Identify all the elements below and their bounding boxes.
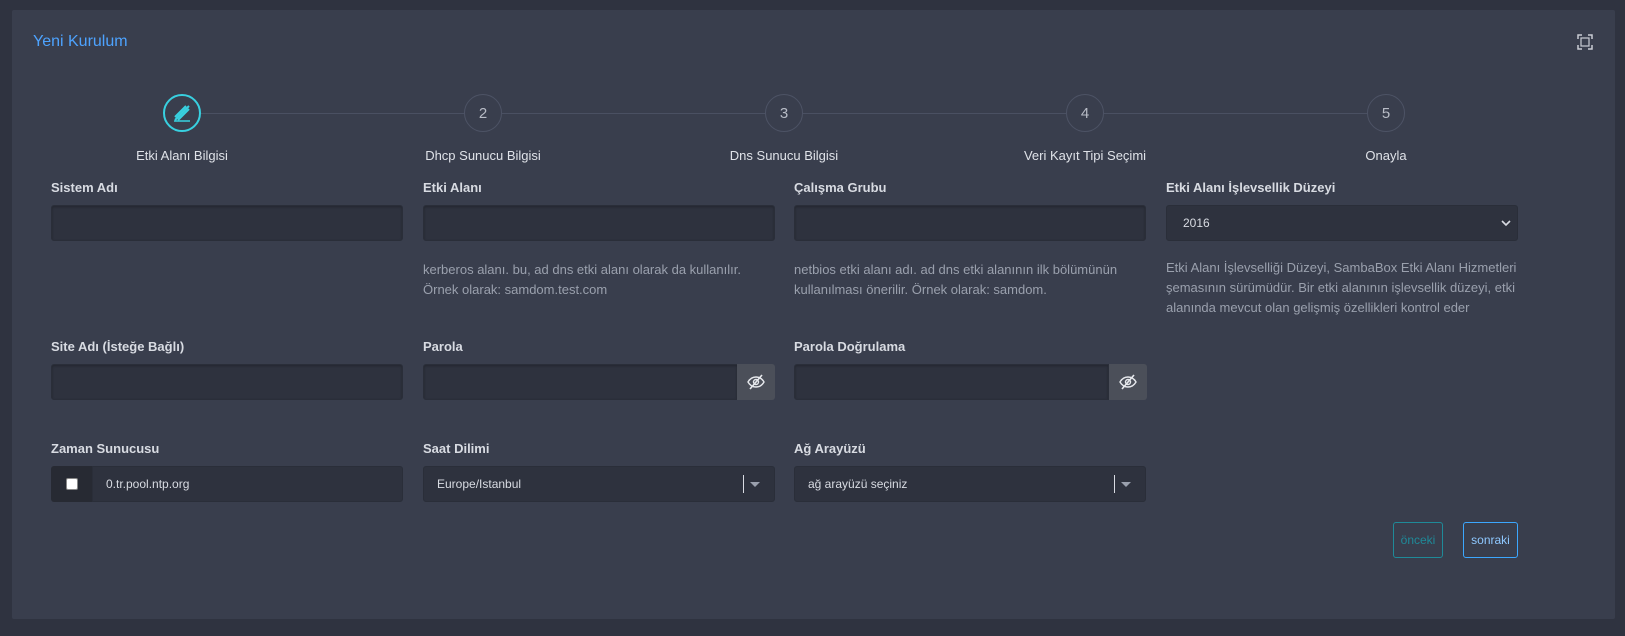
time-server-value: 0.tr.pool.ntp.org: [106, 477, 190, 491]
site-name-input[interactable]: [51, 364, 403, 400]
step-5[interactable]: 5 Onayla: [1286, 94, 1486, 163]
site-name-label: Site Adı (İsteğe Bağlı): [51, 339, 185, 354]
password-label: Parola: [423, 339, 463, 354]
edit-icon: [174, 105, 190, 122]
eye-slash-icon: [1119, 374, 1137, 390]
timezone-label: Saat Dilimi: [423, 441, 490, 456]
domain-input[interactable]: [423, 205, 775, 241]
step-4-circle: 4: [1066, 94, 1104, 132]
step-1-circle: [163, 94, 201, 132]
time-server-checkbox[interactable]: [66, 478, 78, 490]
step-1[interactable]: Etki Alanı Bilgisi: [82, 94, 282, 163]
step-3-circle: 3: [765, 94, 803, 132]
workgroup-input[interactable]: [794, 205, 1146, 241]
password-input[interactable]: [423, 364, 738, 400]
step-5-circle: 5: [1367, 94, 1405, 132]
step-5-label: Onayla: [1365, 148, 1407, 163]
card-title: Yeni Kurulum: [33, 33, 128, 50]
time-server-input[interactable]: 0.tr.pool.ntp.org: [92, 466, 403, 502]
password-visibility-toggle[interactable]: [737, 364, 775, 400]
step-4-label: Veri Kayıt Tipi Seçimi: [1023, 148, 1147, 163]
timezone-select[interactable]: Europe/Istanbul: [423, 466, 775, 502]
system-name-input[interactable]: [51, 205, 403, 241]
fullscreen-icon[interactable]: [1577, 34, 1593, 50]
workgroup-help: netbios etki alanı adı. ad dns etki alan…: [794, 262, 1118, 297]
workgroup-label: Çalışma Grubu: [794, 180, 887, 195]
functional-level-label: Etki Alanı İşlevsellik Düzeyi: [1166, 180, 1336, 195]
step-2[interactable]: 2 Dhcp Sunucu Bilgisi: [383, 94, 583, 163]
functional-level-value: 2016: [1183, 216, 1210, 230]
functional-level-select[interactable]: 2016: [1166, 205, 1518, 241]
domain-label: Etki Alanı: [423, 180, 482, 195]
timezone-value: Europe/Istanbul: [437, 477, 522, 491]
setup-card: Yeni Kurulum Etki Alanı Bilgisi 2 Dhcp S…: [12, 10, 1615, 619]
eye-slash-icon: [747, 374, 765, 390]
select-separator: [743, 475, 744, 493]
step-3[interactable]: 3 Dns Sunucu Bilgisi: [684, 94, 884, 163]
password-confirm-label: Parola Doğrulama: [794, 339, 906, 354]
select-separator: [1114, 475, 1115, 493]
password-confirm-input[interactable]: [794, 364, 1109, 400]
step-4[interactable]: 4 Veri Kayıt Tipi Seçimi: [985, 94, 1185, 163]
step-2-label: Dhcp Sunucu Bilgisi: [425, 148, 541, 163]
password-confirm-visibility-toggle[interactable]: [1109, 364, 1147, 400]
time-server-checkbox-wrap: [51, 466, 93, 502]
next-button[interactable]: sonraki: [1463, 522, 1518, 558]
caret-down-icon: [750, 481, 760, 487]
step-2-circle: 2: [464, 94, 502, 132]
functional-level-help: Etki Alanı İşlevselliği Düzeyi, SambaBox…: [1166, 260, 1517, 315]
domain-help: kerberos alanı. bu, ad dns etki alanı ol…: [423, 262, 741, 297]
time-server-label: Zaman Sunucusu: [51, 441, 160, 456]
step-1-label: Etki Alanı Bilgisi: [136, 148, 228, 163]
network-interface-value: ağ arayüzü seçiniz: [808, 477, 908, 491]
system-name-label: Sistem Adı: [51, 180, 118, 195]
network-interface-label: Ağ Arayüzü: [794, 441, 866, 456]
previous-button[interactable]: önceki: [1393, 522, 1443, 558]
network-interface-select[interactable]: ağ arayüzü seçiniz: [794, 466, 1146, 502]
chevron-down-icon: [1501, 220, 1511, 227]
step-3-label: Dns Sunucu Bilgisi: [729, 148, 839, 163]
caret-down-icon: [1121, 481, 1131, 487]
